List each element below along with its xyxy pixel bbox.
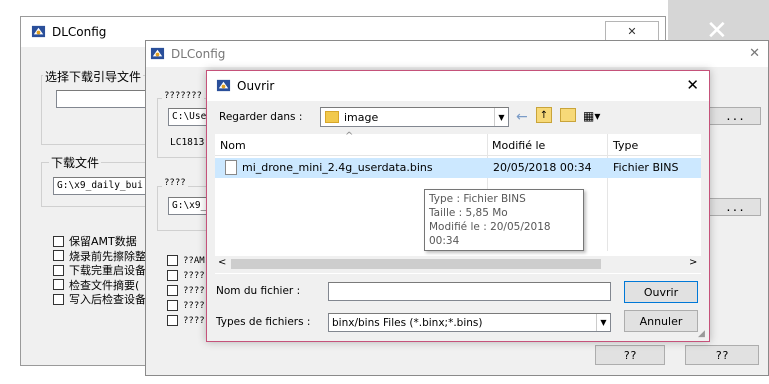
option-2[interactable]: ???? — [167, 268, 205, 283]
tooltip-size: Taille : 5,85 Mo — [429, 207, 508, 219]
column-type[interactable]: Type — [613, 139, 638, 152]
close-icon: ✕ — [627, 24, 637, 38]
file-tooltip: Type : Fichier BINS Taille : 5,85 Mo Mod… — [424, 189, 584, 251]
app-logo-icon — [150, 47, 165, 60]
window-title: DLConfig — [171, 47, 226, 61]
option-verify-after[interactable]: 写入后检查设备 — [53, 292, 146, 307]
action-button-1[interactable]: ?? — [595, 345, 665, 365]
close-icon[interactable]: ✕ — [686, 76, 699, 94]
dialog-titlebar: Ouvrir ✕ — [207, 71, 709, 101]
checkbox[interactable] — [167, 285, 178, 296]
file-row[interactable]: mi_drone_mini_2.4g_userdata.bins 20/05/2… — [215, 158, 701, 178]
folder-icon — [325, 111, 339, 123]
chevron-down-icon[interactable]: ▼ — [494, 108, 508, 126]
checkbox[interactable] — [167, 300, 178, 311]
browse-button-1[interactable]: ... — [709, 107, 761, 125]
option-3[interactable]: ???? — [167, 283, 205, 298]
back-icon[interactable]: ← — [516, 109, 528, 125]
column-divider[interactable] — [487, 134, 488, 156]
checkbox[interactable] — [167, 315, 178, 326]
checkbox[interactable] — [167, 255, 178, 266]
path2-input[interactable]: G:\x9_ — [168, 197, 210, 215]
group-boot-file-label: 选择下载引导文件 — [43, 68, 144, 85]
browse-button-2[interactable]: ... — [709, 198, 761, 216]
dialog-title: Ouvrir — [237, 79, 275, 93]
path1-input[interactable]: C:\Use — [168, 108, 210, 126]
open-button[interactable]: Ouvrir — [624, 281, 698, 303]
up-folder-icon[interactable]: ↑ — [536, 107, 552, 123]
file-icon — [225, 160, 237, 175]
scroll-left-icon[interactable]: < — [218, 257, 226, 268]
filetype-label: Types de fichiers : — [216, 316, 311, 328]
window-title: DLConfig — [52, 25, 107, 39]
file-name: mi_drone_mini_2.4g_userdata.bins — [242, 161, 433, 174]
view-menu-icon[interactable]: ▦▾ — [583, 109, 600, 123]
scroll-right-icon[interactable]: > — [689, 257, 697, 268]
lc-label: LC1813 — [170, 137, 205, 148]
cancel-button[interactable]: Annuler — [624, 310, 698, 332]
app-logo-icon — [31, 25, 46, 38]
look-in-label: Regarder dans : — [219, 111, 303, 123]
filename-input[interactable] — [328, 282, 611, 301]
checkbox[interactable] — [53, 279, 64, 291]
new-folder-icon[interactable] — [560, 108, 576, 122]
filetype-select[interactable]: binx/bins Files (*.binx;*.bins) ▼ — [328, 313, 611, 332]
open-file-dialog: Ouvrir ✕ Regarder dans : image ▼ ← ↑ ▦▾ … — [206, 70, 710, 342]
app-logo-icon — [216, 79, 231, 92]
chevron-down-icon[interactable]: ▼ — [596, 314, 610, 331]
checkbox[interactable] — [53, 250, 64, 262]
resize-grip-icon[interactable]: ◢ — [698, 329, 705, 339]
close-icon[interactable]: ✕ — [749, 46, 760, 61]
action-button-2[interactable]: ?? — [685, 345, 759, 365]
tooltip-modified: Modifié le : 20/05/2018 00:34 — [429, 221, 551, 247]
option-5[interactable]: ???? — [167, 313, 205, 328]
option-reboot-after[interactable]: 下载完重启设备 — [53, 263, 146, 278]
option-4[interactable]: ???? — [167, 298, 205, 313]
options-list: ??AM ???? ???? ???? ???? — [167, 253, 205, 328]
group-download-file-label: 下载文件 — [49, 154, 102, 171]
option-erase-before[interactable]: 烧录前先擦除整 — [53, 249, 146, 264]
group-2-label: ???? — [162, 178, 188, 188]
column-modified[interactable]: Modifié le — [492, 139, 545, 152]
checkbox[interactable] — [53, 293, 64, 305]
file-list-header: Nom ^ Modifié le Type — [215, 131, 701, 156]
options-list: 保留AMT数据 烧录前先擦除整 下载完重启设备 检查文件摘要( 写入后检查设备 — [53, 234, 146, 307]
checkbox[interactable] — [53, 264, 64, 276]
checkbox[interactable] — [53, 235, 64, 247]
checkbox[interactable] — [167, 270, 178, 281]
scrollbar-thumb[interactable] — [231, 259, 601, 269]
column-name[interactable]: Nom — [220, 139, 246, 152]
file-modified: 20/05/2018 00:34 — [493, 161, 592, 174]
group-1-label: ??????? — [162, 91, 204, 101]
close-button[interactable]: ✕ — [605, 21, 659, 41]
sort-up-icon: ^ — [345, 131, 354, 142]
tooltip-type: Type : Fichier BINS — [429, 193, 526, 205]
column-divider[interactable] — [607, 134, 608, 156]
file-type: Fichier BINS — [613, 161, 679, 174]
option-keep-amt[interactable]: 保留AMT数据 — [53, 234, 146, 249]
filename-label: Nom du fichier : — [216, 285, 301, 297]
window-titlebar: DLConfig ✕ — [146, 41, 768, 67]
option-1[interactable]: ??AM — [167, 253, 205, 268]
look-in-select[interactable]: image ▼ — [320, 107, 509, 127]
option-check-digest[interactable]: 检查文件摘要( — [53, 278, 146, 293]
horizontal-scrollbar[interactable]: < > — [215, 256, 701, 273]
